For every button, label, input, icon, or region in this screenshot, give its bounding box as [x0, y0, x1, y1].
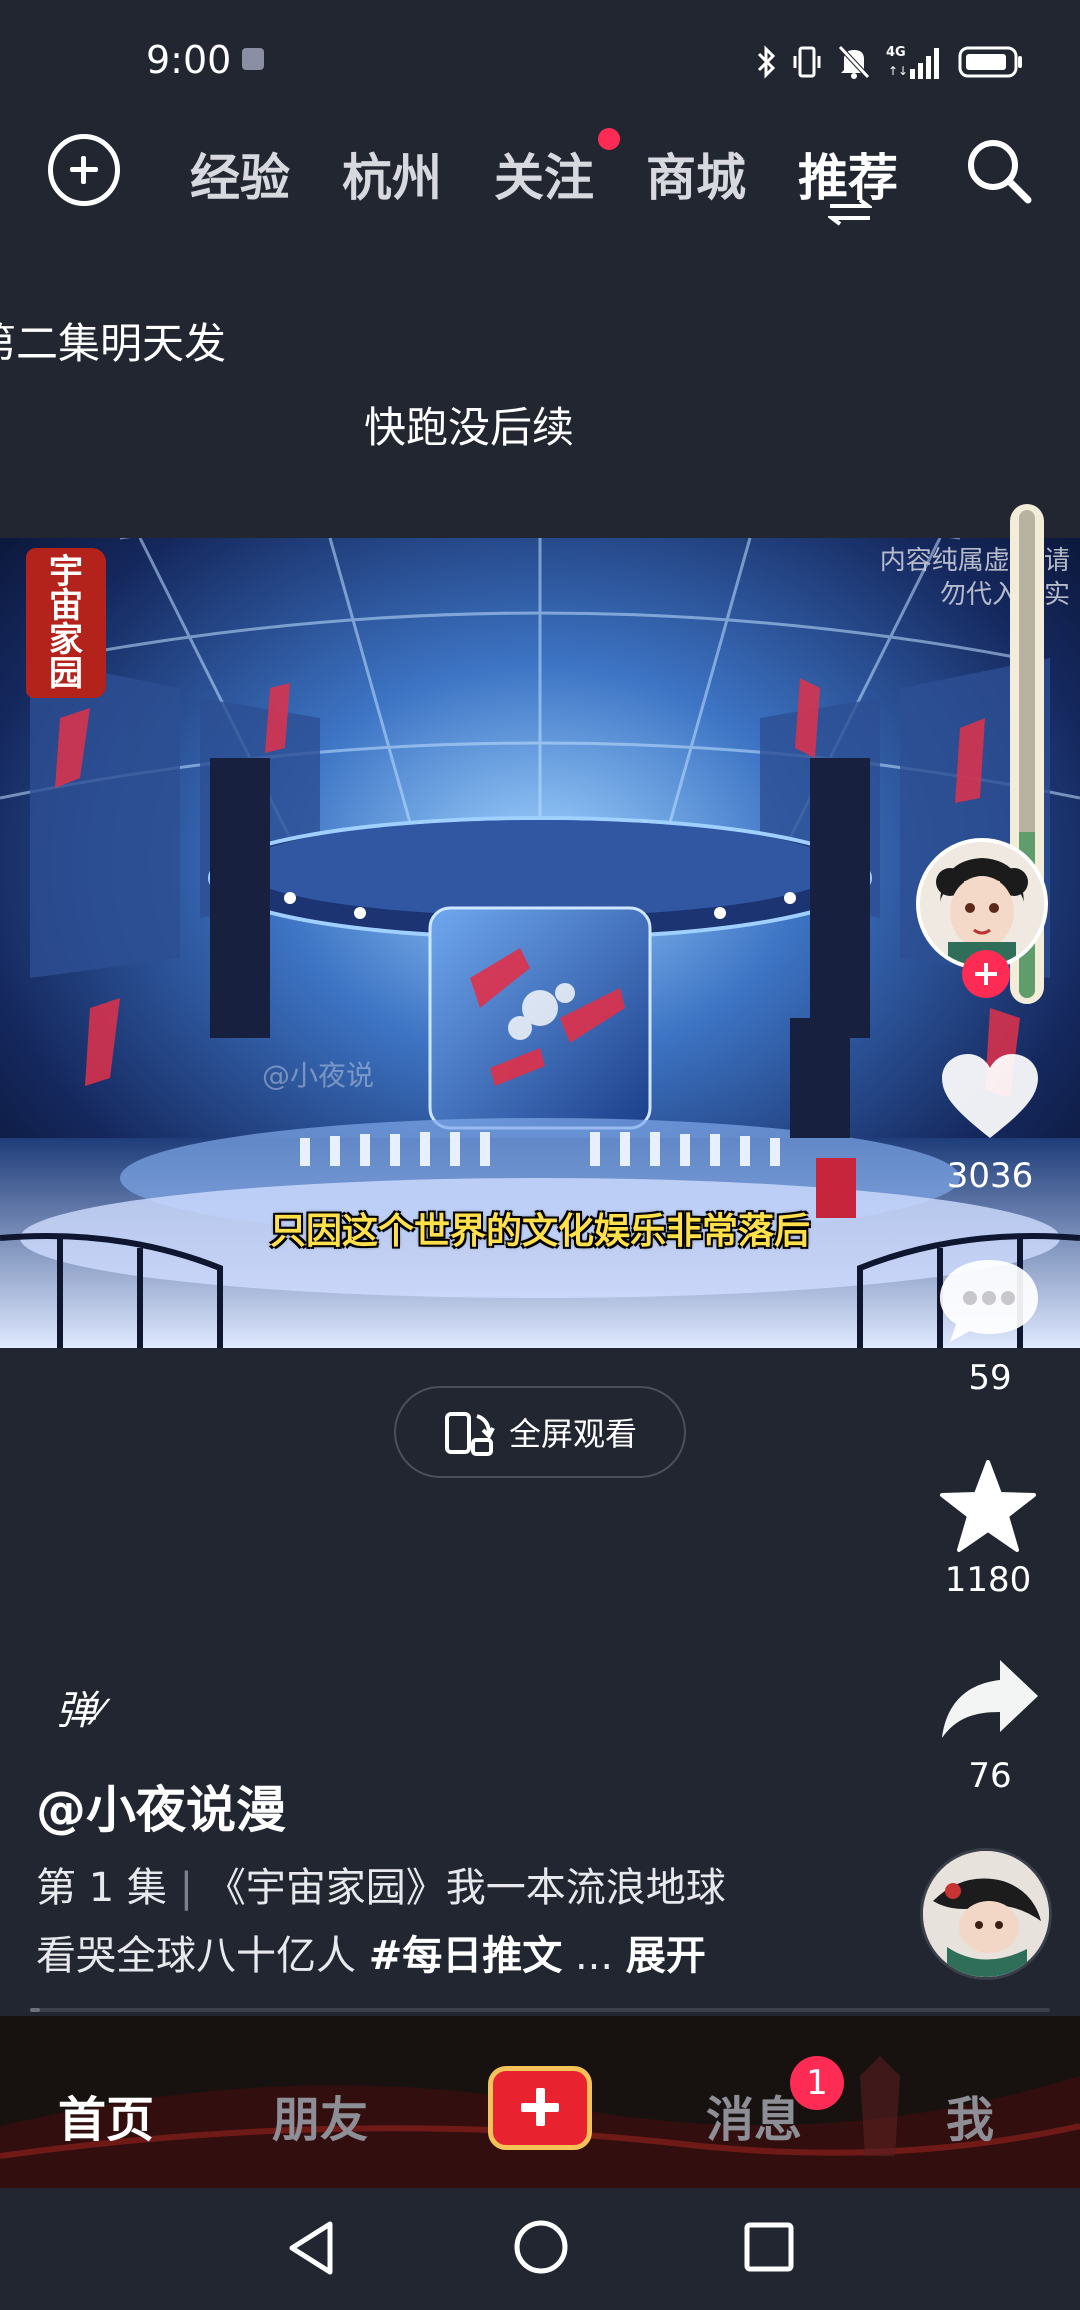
- danmaku-comment: 第二集明天发: [0, 319, 227, 368]
- following-new-dot: [598, 128, 620, 150]
- messages-badge: 1: [790, 2056, 844, 2110]
- episode-number: 第 1 集: [36, 1865, 167, 1911]
- video-seek-fill: [30, 2008, 41, 2012]
- comment-count: 59: [968, 1358, 1012, 1398]
- create-button[interactable]: [48, 134, 120, 206]
- status-time: 9:00: [146, 38, 232, 82]
- publish-button[interactable]: [488, 2066, 592, 2150]
- desc-separator: |: [179, 1865, 194, 1911]
- tab-hangzhou[interactable]: 杭州: [342, 138, 442, 210]
- comment-icon[interactable]: [936, 1256, 1042, 1346]
- svg-text:↑↓: ↑↓: [888, 64, 908, 78]
- desc-title-line2: 看哭全球八十亿人: [36, 1933, 356, 1979]
- recents-icon[interactable]: [742, 2220, 796, 2274]
- fullscreen-label: 全屏观看: [508, 1415, 637, 1453]
- share-count: 76: [968, 1756, 1012, 1796]
- svg-text:4G: 4G: [886, 45, 906, 60]
- star-icon[interactable]: [938, 1458, 1038, 1554]
- danmaku-comment: 快跑没后续: [364, 403, 575, 452]
- follow-button[interactable]: [962, 950, 1010, 998]
- heart-icon[interactable]: [940, 1052, 1040, 1142]
- status-icons: 4G ↑↓: [756, 40, 1024, 84]
- tab-me[interactable]: 我: [946, 2080, 994, 2150]
- music-disc[interactable]: [920, 1848, 1052, 1980]
- system-navigation-bar: [0, 2188, 1080, 2310]
- music-disc-image: [923, 1851, 1049, 1977]
- video-seek-bar[interactable]: [30, 2008, 1050, 2012]
- switch-feed-icon[interactable]: [828, 198, 872, 226]
- back-icon[interactable]: [284, 2218, 340, 2278]
- video-watermark: @小夜说: [262, 1059, 375, 1092]
- like-count: 3036: [946, 1156, 1034, 1196]
- desc-ellipsis: ...: [574, 1933, 614, 1979]
- series-seal-logo: 宇宙家园: [26, 548, 106, 698]
- favorite-count: 1180: [944, 1560, 1032, 1600]
- notification-app-icon: [242, 48, 264, 70]
- home-icon[interactable]: [512, 2218, 570, 2276]
- vibrate-icon: [793, 46, 821, 78]
- bluetooth-icon: [757, 45, 776, 79]
- tab-messages[interactable]: 消息: [706, 2080, 802, 2150]
- fullscreen-button[interactable]: 全屏观看: [394, 1386, 686, 1478]
- tab-home[interactable]: 首页: [58, 2080, 154, 2150]
- author-name[interactable]: @小夜说漫: [36, 1770, 286, 1842]
- share-icon[interactable]: [938, 1656, 1040, 1742]
- mute-icon: [838, 45, 870, 79]
- tab-mall[interactable]: 商城: [646, 138, 746, 210]
- video-description[interactable]: 第 1 集 | 《宇宙家园》我一本流浪地球 看哭全球八十亿人 #每日推文 ...…: [36, 1854, 856, 1990]
- tab-experience[interactable]: 经验: [190, 138, 290, 210]
- danmaku-toggle-label: 弹: [56, 1688, 96, 1734]
- video-subtitle: 只因这个世界的文化娱乐非常落后: [269, 1211, 810, 1252]
- tab-following[interactable]: 关注: [494, 138, 594, 210]
- hashtag[interactable]: #每日推文: [369, 1933, 563, 1979]
- desc-title-line1: 《宇宙家园》我一本流浪地球: [205, 1865, 726, 1911]
- avatar-image: [920, 842, 1044, 966]
- danmaku-toggle[interactable]: 弹⁄: [56, 1678, 102, 1736]
- tab-friends[interactable]: 朋友: [272, 2080, 368, 2150]
- battery-icon: [958, 46, 1022, 78]
- search-icon[interactable]: [964, 136, 1034, 206]
- rotate-screen-icon: [444, 1412, 495, 1456]
- expand-button[interactable]: 展开: [626, 1933, 706, 1979]
- signal-4g-icon: 4G ↑↓: [886, 45, 939, 79]
